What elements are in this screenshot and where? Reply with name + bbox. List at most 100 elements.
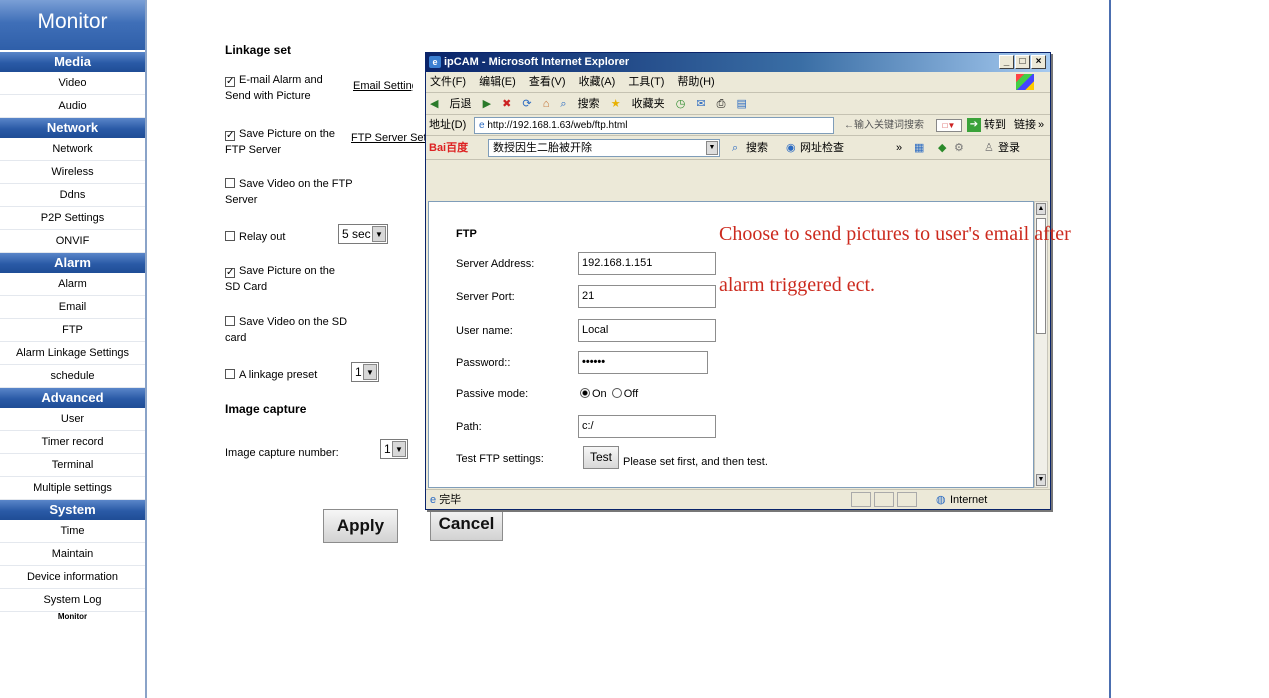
print-icon[interactable]: ⎙ [717, 98, 726, 110]
sidebar-item-ftp[interactable]: FTP [0, 319, 145, 342]
sidebar-item-timer-record[interactable]: Timer record [0, 431, 145, 454]
close-icon[interactable]: × [1031, 55, 1046, 69]
relay-out-option[interactable]: Relay out [225, 229, 285, 245]
url-check-label[interactable]: 网址检查 [800, 136, 844, 160]
user-icon[interactable]: ♙ [984, 136, 994, 160]
sidebar-item-maintain[interactable]: Maintain [0, 543, 145, 566]
maximize-icon[interactable]: □ [1015, 55, 1030, 69]
save-sd-checkbox[interactable]: ✓ [225, 268, 235, 278]
favorites-label[interactable]: 收藏夹 [632, 98, 665, 110]
cancel-button[interactable]: Cancel [430, 507, 503, 541]
email-alarm-option[interactable]: ✓ E-mail Alarm and Send with Picture [225, 72, 350, 104]
search-label[interactable]: 搜索 [578, 98, 600, 110]
test-hint: Please set first, and then test. [623, 456, 768, 468]
test-button[interactable]: Test [583, 446, 620, 469]
search-icon[interactable]: ⌕ [560, 98, 566, 110]
minimize-icon[interactable]: _ [999, 55, 1014, 69]
plugin-icon[interactable]: ◆ [938, 136, 946, 160]
address-dropdown-icon[interactable]: □▼ [936, 119, 962, 132]
linkage-preset-option[interactable]: A linkage preset [225, 367, 317, 383]
save-ftp-checkbox[interactable]: ✓ [225, 131, 235, 141]
save-video-ftp-checkbox[interactable] [225, 178, 235, 188]
shield-icon[interactable]: ◉ [786, 136, 796, 160]
baidu-search-icon[interactable]: ⌕ [732, 136, 738, 160]
baidu-search-text: 数授因生二胎被开除 [493, 142, 592, 154]
menu-file[interactable]: 文件(F) [430, 76, 466, 88]
gear-icon[interactable]: ⚙ [954, 136, 964, 160]
server-port-input[interactable]: 21 [578, 285, 716, 308]
email-alarm-checkbox[interactable]: ✓ [225, 77, 235, 87]
go-arrow-icon[interactable]: ➔ [967, 118, 981, 132]
favorites-star-icon[interactable]: ★ [611, 98, 621, 110]
forward-icon[interactable]: ▶ [483, 98, 491, 110]
edit-icon[interactable]: ▤ [737, 98, 747, 110]
linkage-preset-checkbox[interactable] [225, 369, 235, 379]
sidebar-item-system-log[interactable]: System Log [0, 589, 145, 612]
sidebar-item-ddns[interactable]: Ddns [0, 184, 145, 207]
apply-button[interactable]: Apply [323, 509, 398, 543]
sidebar-item-email[interactable]: Email [0, 296, 145, 319]
sidebar-item-audio[interactable]: Audio [0, 95, 145, 118]
path-input[interactable]: c:/ [578, 415, 716, 438]
dropdown-arrow-icon: ▼ [363, 364, 377, 380]
menu-tools[interactable]: 工具(T) [628, 76, 664, 88]
menu-edit[interactable]: 编辑(E) [479, 76, 516, 88]
back-label[interactable]: 后退 [450, 98, 472, 110]
server-address-input[interactable]: 192.168.1.151 [578, 252, 716, 275]
menu-help[interactable]: 帮助(H) [677, 76, 714, 88]
home-icon[interactable]: ⌂ [543, 98, 550, 110]
sidebar-item-p2p[interactable]: P2P Settings [0, 207, 145, 230]
back-icon[interactable]: ◀ [430, 98, 438, 110]
sidebar-item-wireless[interactable]: Wireless [0, 161, 145, 184]
relay-out-checkbox[interactable] [225, 231, 235, 241]
save-video-ftp-option[interactable]: Save Video on the FTP Server [225, 176, 365, 208]
email-setting-link[interactable]: Email Setting [353, 80, 413, 92]
grid-icon[interactable]: ▦ [914, 136, 924, 160]
url-text: http://192.168.1.63/web/ftp.html [487, 120, 628, 131]
history-icon[interactable]: ◷ [676, 98, 686, 110]
go-label[interactable]: 转到 [984, 115, 1006, 136]
links-expand-icon[interactable]: » [1038, 115, 1044, 136]
relay-duration-select[interactable]: 5 sec ▼ [338, 224, 388, 244]
baidu-search-input[interactable]: 数授因生二胎被开除 ▼ [488, 139, 720, 157]
refresh-icon[interactable]: ⟳ [522, 98, 531, 110]
baidu-toolbar: Bai百度 数授因生二胎被开除 ▼ ⌕ 搜索 ◉ 网址检查 » ▦ ◆ ⚙ ♙ 登… [426, 136, 1050, 160]
baidu-logo[interactable]: Bai百度 [429, 142, 468, 154]
login-label[interactable]: 登录 [998, 136, 1020, 160]
links-label[interactable]: 链接 [1014, 115, 1036, 136]
sidebar-item-device-information[interactable]: Device information [0, 566, 145, 589]
sidebar-item-multiple-settings[interactable]: Multiple settings [0, 477, 145, 500]
ftp-setting-link[interactable]: FTP Server Setti [351, 132, 425, 144]
url-input[interactable]: e http://192.168.1.63/web/ftp.html [474, 117, 834, 134]
save-sd-option[interactable]: ✓ Save Picture on the SD Card [225, 263, 350, 295]
sidebar-item-alarm-linkage[interactable]: Alarm Linkage Settings [0, 342, 145, 365]
save-ftp-option[interactable]: ✓ Save Picture on the FTP Server [225, 126, 350, 158]
sidebar-item-user[interactable]: User [0, 408, 145, 431]
sidebar-item-onvif[interactable]: ONVIF [0, 230, 145, 253]
sidebar-item-video[interactable]: Video [0, 72, 145, 95]
passive-on-radio[interactable] [580, 388, 590, 398]
sidebar-item-terminal[interactable]: Terminal [0, 454, 145, 477]
mail-icon[interactable]: ✉ [696, 98, 705, 110]
sidebar-item-schedule[interactable]: schedule [0, 365, 145, 388]
sidebar-item-network[interactable]: Network [0, 138, 145, 161]
passive-off-radio[interactable] [611, 388, 622, 398]
password-input[interactable]: •••••• [578, 351, 708, 374]
menu-favorites[interactable]: 收藏(A) [579, 76, 616, 88]
capture-number-select[interactable]: 1 ▼ [380, 439, 408, 459]
user-name-input[interactable]: Local [578, 319, 716, 342]
scroll-down-icon[interactable]: ▼ [1036, 474, 1046, 486]
menu-view[interactable]: 查看(V) [529, 76, 566, 88]
scroll-up-icon[interactable]: ▲ [1036, 203, 1046, 215]
dropdown-arrow-icon[interactable]: ▼ [706, 141, 718, 155]
baidu-search-label[interactable]: 搜索 [746, 136, 768, 160]
toolbar-expand-icon[interactable]: » [896, 136, 902, 160]
linkage-preset-select[interactable]: 1 ▼ [351, 362, 379, 382]
save-video-sd-option[interactable]: Save Video on the SD card [225, 314, 355, 346]
save-video-sd-checkbox[interactable] [225, 316, 235, 326]
ie-title-bar[interactable]: e ipCAM - Microsoft Internet Explorer _ … [426, 53, 1050, 72]
sidebar-section-alarm: Alarm Alarm Email FTP Alarm Linkage Sett… [0, 253, 145, 388]
sidebar-item-time[interactable]: Time [0, 520, 145, 543]
stop-icon[interactable]: ✖ [502, 98, 511, 110]
sidebar-item-alarm[interactable]: Alarm [0, 273, 145, 296]
